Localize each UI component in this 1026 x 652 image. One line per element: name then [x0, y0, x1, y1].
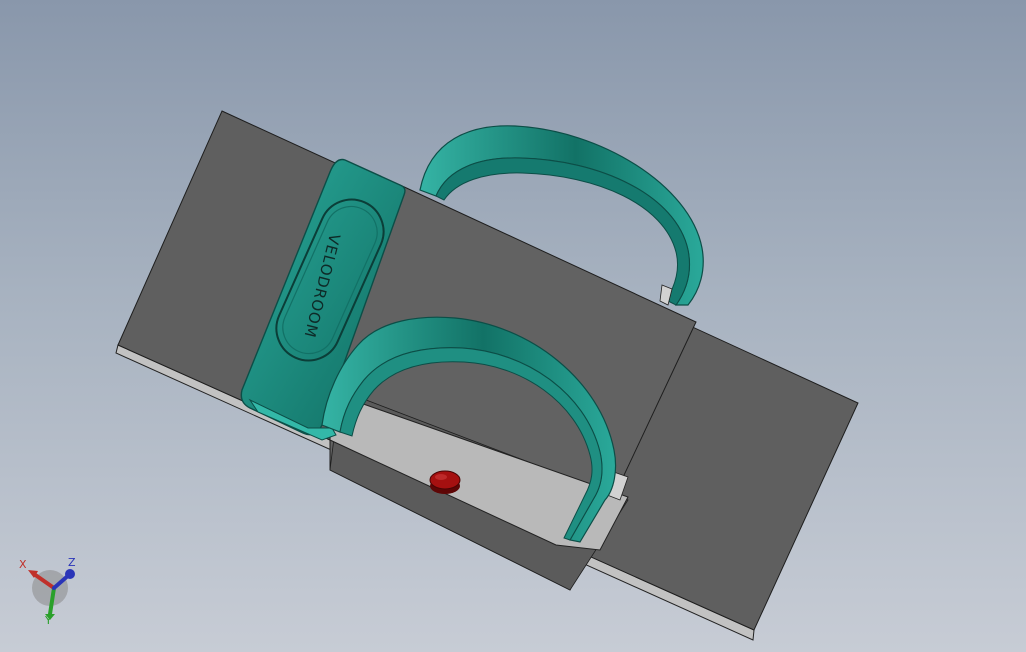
- z-axis-label: Z: [68, 556, 76, 569]
- x-axis-label: X: [19, 558, 27, 571]
- cad-viewport[interactable]: VELODROOM X Y Z: [0, 0, 1026, 652]
- y-axis-label: Y: [44, 614, 52, 626]
- screw[interactable]: [429, 470, 461, 494]
- 3d-model-scene[interactable]: VELODROOM: [0, 0, 1026, 652]
- orientation-triad[interactable]: X Y Z: [14, 552, 88, 626]
- screw-highlight: [435, 474, 447, 480]
- z-axis-ball: [65, 569, 75, 579]
- screw-head: [429, 470, 461, 490]
